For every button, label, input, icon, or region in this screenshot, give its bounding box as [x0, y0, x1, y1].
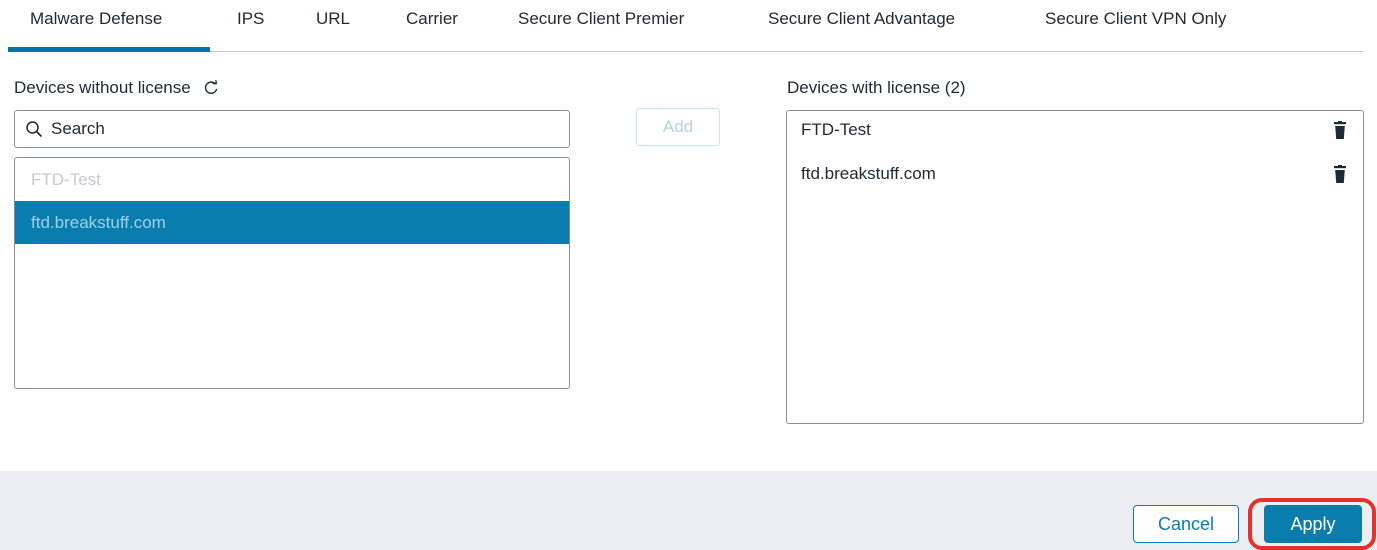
search-input[interactable]	[51, 119, 551, 139]
license-dialog: Malware Defense IPS URL Carrier Secure C…	[0, 0, 1377, 550]
active-tab-indicator	[8, 47, 210, 52]
trash-icon[interactable]	[1334, 165, 1346, 183]
devices-with-license-title: Devices with license (2)	[787, 78, 966, 97]
devices-without-license-header: Devices without license	[14, 78, 219, 98]
list-item[interactable]: ftd.breakstuff.com	[15, 201, 569, 244]
trash-icon[interactable]	[1334, 121, 1346, 139]
cancel-button[interactable]: Cancel	[1133, 505, 1239, 543]
tab-malware-defense[interactable]: Malware Defense	[30, 9, 162, 31]
search-box	[14, 110, 570, 148]
list-item: FTD-Test	[787, 111, 1363, 155]
add-button[interactable]: Add	[636, 108, 720, 146]
licensed-device-list: FTD-Test ftd.breakstuff.com	[786, 110, 1364, 424]
tab-url[interactable]: URL	[316, 9, 350, 31]
tab-secure-client-premier[interactable]: Secure Client Premier	[518, 9, 684, 31]
refresh-icon[interactable]	[203, 80, 219, 96]
tab-secure-client-advantage[interactable]: Secure Client Advantage	[768, 9, 955, 31]
licensed-device-name: FTD-Test	[801, 120, 871, 139]
tab-ips[interactable]: IPS	[237, 9, 264, 31]
search-icon	[25, 120, 43, 138]
licensed-device-name: ftd.breakstuff.com	[801, 164, 936, 183]
list-item: FTD-Test	[31, 170, 101, 189]
tab-secure-client-vpn-only[interactable]: Secure Client VPN Only	[1045, 9, 1226, 31]
license-tabs: Malware Defense IPS URL Carrier Secure C…	[8, 0, 1364, 52]
list-item: ftd.breakstuff.com	[787, 155, 1363, 199]
tab-carrier[interactable]: Carrier	[406, 9, 458, 31]
apply-button[interactable]: Apply	[1264, 505, 1362, 543]
unlicensed-device-list: FTD-Test ftd.breakstuff.com	[14, 157, 570, 389]
devices-without-license-title: Devices without license	[14, 78, 191, 97]
